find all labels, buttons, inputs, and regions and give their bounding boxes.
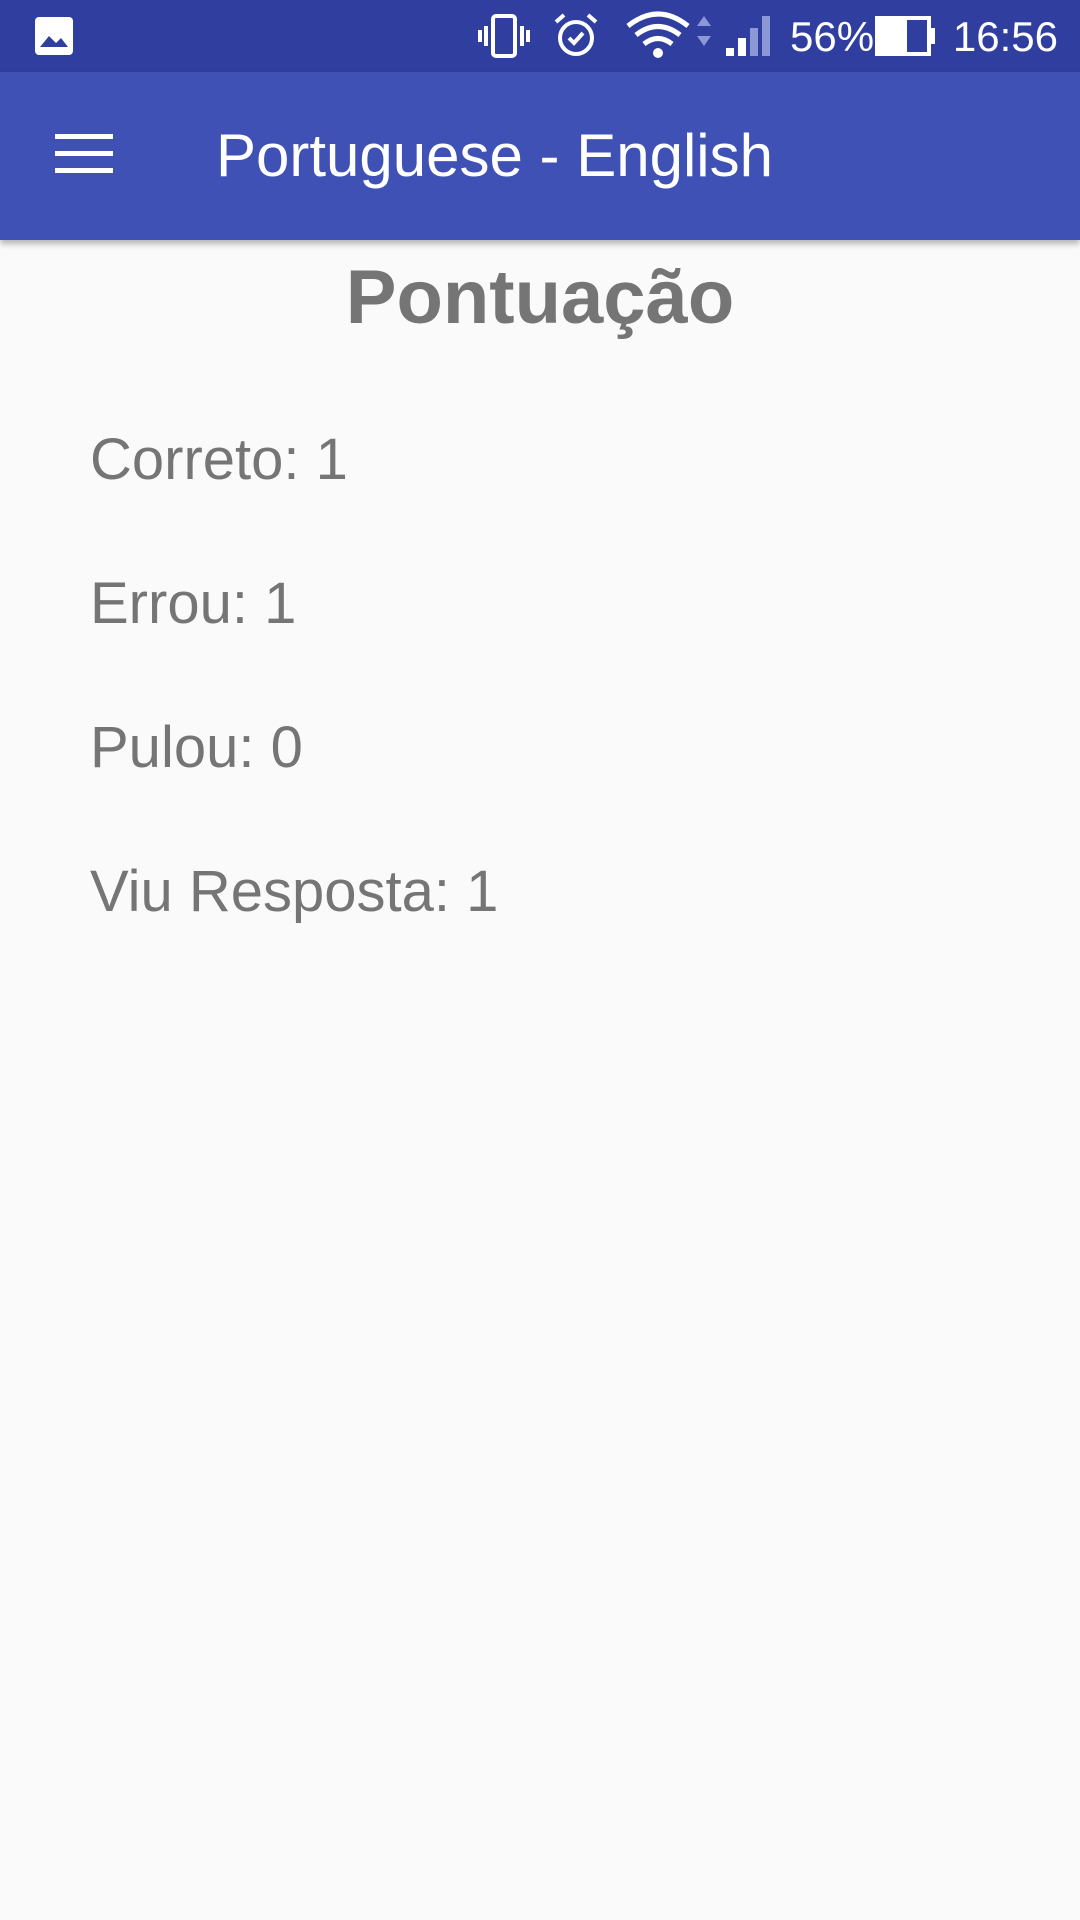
app-bar: Portuguese - English	[0, 72, 1080, 240]
score-skipped-label: Pulou	[90, 715, 239, 780]
app-title: Portuguese - English	[216, 122, 773, 189]
vibrate-icon	[478, 0, 530, 72]
alarm-icon	[552, 0, 600, 72]
hamburger-menu-icon	[55, 133, 113, 179]
score-wrong: Errou: 1	[90, 571, 297, 636]
score-skipped-value: 0	[270, 715, 303, 780]
battery-percentage: 56%	[790, 13, 875, 60]
status-bar: 56% 16:56	[0, 0, 1080, 72]
battery-icon	[875, 0, 939, 72]
score-heading: Pontuação	[345, 255, 735, 340]
score-viewed-answer: Viu Resposta: 1	[90, 859, 499, 924]
score-viewed-label: Viu Resposta	[90, 859, 434, 924]
score-correct-label: Correto	[90, 427, 284, 492]
score-viewed-value: 1	[466, 859, 499, 924]
score-correct-value: 1	[315, 427, 348, 492]
score-wrong-value: 1	[264, 571, 297, 636]
wifi-icon	[626, 0, 718, 72]
gallery-icon	[34, 0, 74, 72]
menu-button[interactable]	[28, 102, 140, 210]
score-screen: Pontuação Correto: 1 Errou: 1 Pulou: 0 V…	[0, 240, 1080, 1920]
signal-icon	[724, 0, 774, 72]
clock: 16:56	[952, 13, 1058, 60]
score-skipped: Pulou: 0	[90, 715, 303, 780]
score-wrong-label: Errou	[90, 571, 232, 636]
score-correct: Correto: 1	[90, 427, 348, 492]
